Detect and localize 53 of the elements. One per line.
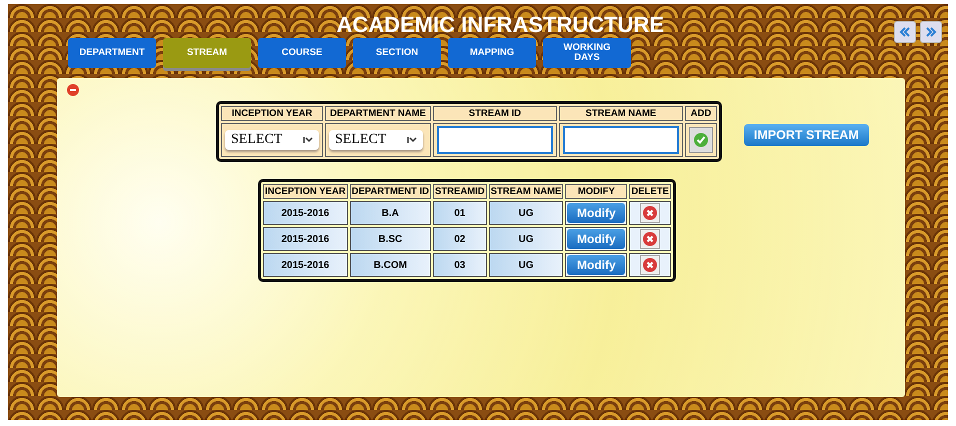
year-dropdown[interactable]: SELECT	[225, 130, 319, 150]
column-header: DEPARTMENT ID	[350, 184, 431, 199]
tab[interactable]: DEPARTMENT	[68, 38, 156, 68]
table-cell: B.COM	[350, 253, 431, 277]
close-icon	[643, 206, 658, 220]
close-icon	[643, 232, 658, 246]
table-cell: 2015-2016	[263, 201, 348, 225]
tab[interactable]: SECTION	[353, 38, 441, 68]
close-icon	[643, 258, 658, 272]
next-button[interactable]	[920, 21, 942, 43]
tab[interactable]: WORKING DAYS	[543, 38, 631, 68]
column-header: STREAMID	[433, 184, 487, 199]
column-header: ADD	[684, 106, 717, 121]
dropdown-arrow-icon	[303, 136, 313, 144]
table-cell: UG	[488, 227, 564, 251]
stream-id-field[interactable]	[436, 126, 553, 154]
page-title: ACADEMIC INFRASTRUCTURE	[335, 11, 665, 38]
import-stream-button[interactable]: IMPORT STREAM	[744, 124, 869, 146]
previous-button[interactable]	[894, 21, 916, 43]
department-dropdown[interactable]: SELECT	[329, 130, 423, 150]
checkmark-icon	[694, 133, 708, 147]
column-header: DEPARTMENT NAME	[325, 106, 431, 121]
table-cell: B.SC	[350, 227, 431, 251]
modify-button[interactable]: Modify	[567, 229, 626, 249]
column-header: INCEPTION YEAR	[221, 106, 323, 121]
column-header: DELETE	[629, 184, 671, 199]
table-cell: 02	[433, 227, 487, 251]
add-button[interactable]	[688, 127, 713, 153]
double-chevron-left-icon	[899, 26, 911, 38]
table-cell: 2015-2016	[263, 253, 348, 277]
column-header: INCEPTION YEAR	[263, 184, 348, 199]
column-header: STREAM NAME	[488, 184, 564, 199]
tab[interactable]: COURSE	[258, 38, 346, 68]
table-cell: B.A	[350, 201, 431, 225]
column-header: STREAM NAME	[558, 106, 683, 121]
stream-name-field[interactable]	[562, 126, 679, 154]
double-chevron-right-icon	[925, 26, 937, 38]
delete-button[interactable]	[640, 255, 660, 275]
delete-button[interactable]	[640, 203, 660, 223]
modify-button[interactable]: Modify	[567, 255, 626, 275]
collapse-icon[interactable]	[67, 84, 79, 96]
dropdown-arrow-icon	[407, 136, 417, 144]
column-header: MODIFY	[565, 184, 628, 199]
modify-button[interactable]: Modify	[567, 203, 626, 223]
table-cell: 03	[433, 253, 487, 277]
table-cell: UG	[488, 253, 564, 277]
table-cell: 01	[433, 201, 487, 225]
column-header: STREAM ID	[432, 106, 557, 121]
table-cell: UG	[488, 201, 564, 225]
tab[interactable]: MAPPING	[448, 38, 536, 68]
delete-button[interactable]	[640, 229, 660, 249]
tab[interactable]: STREAM	[163, 38, 251, 68]
table-cell: 2015-2016	[263, 227, 348, 251]
